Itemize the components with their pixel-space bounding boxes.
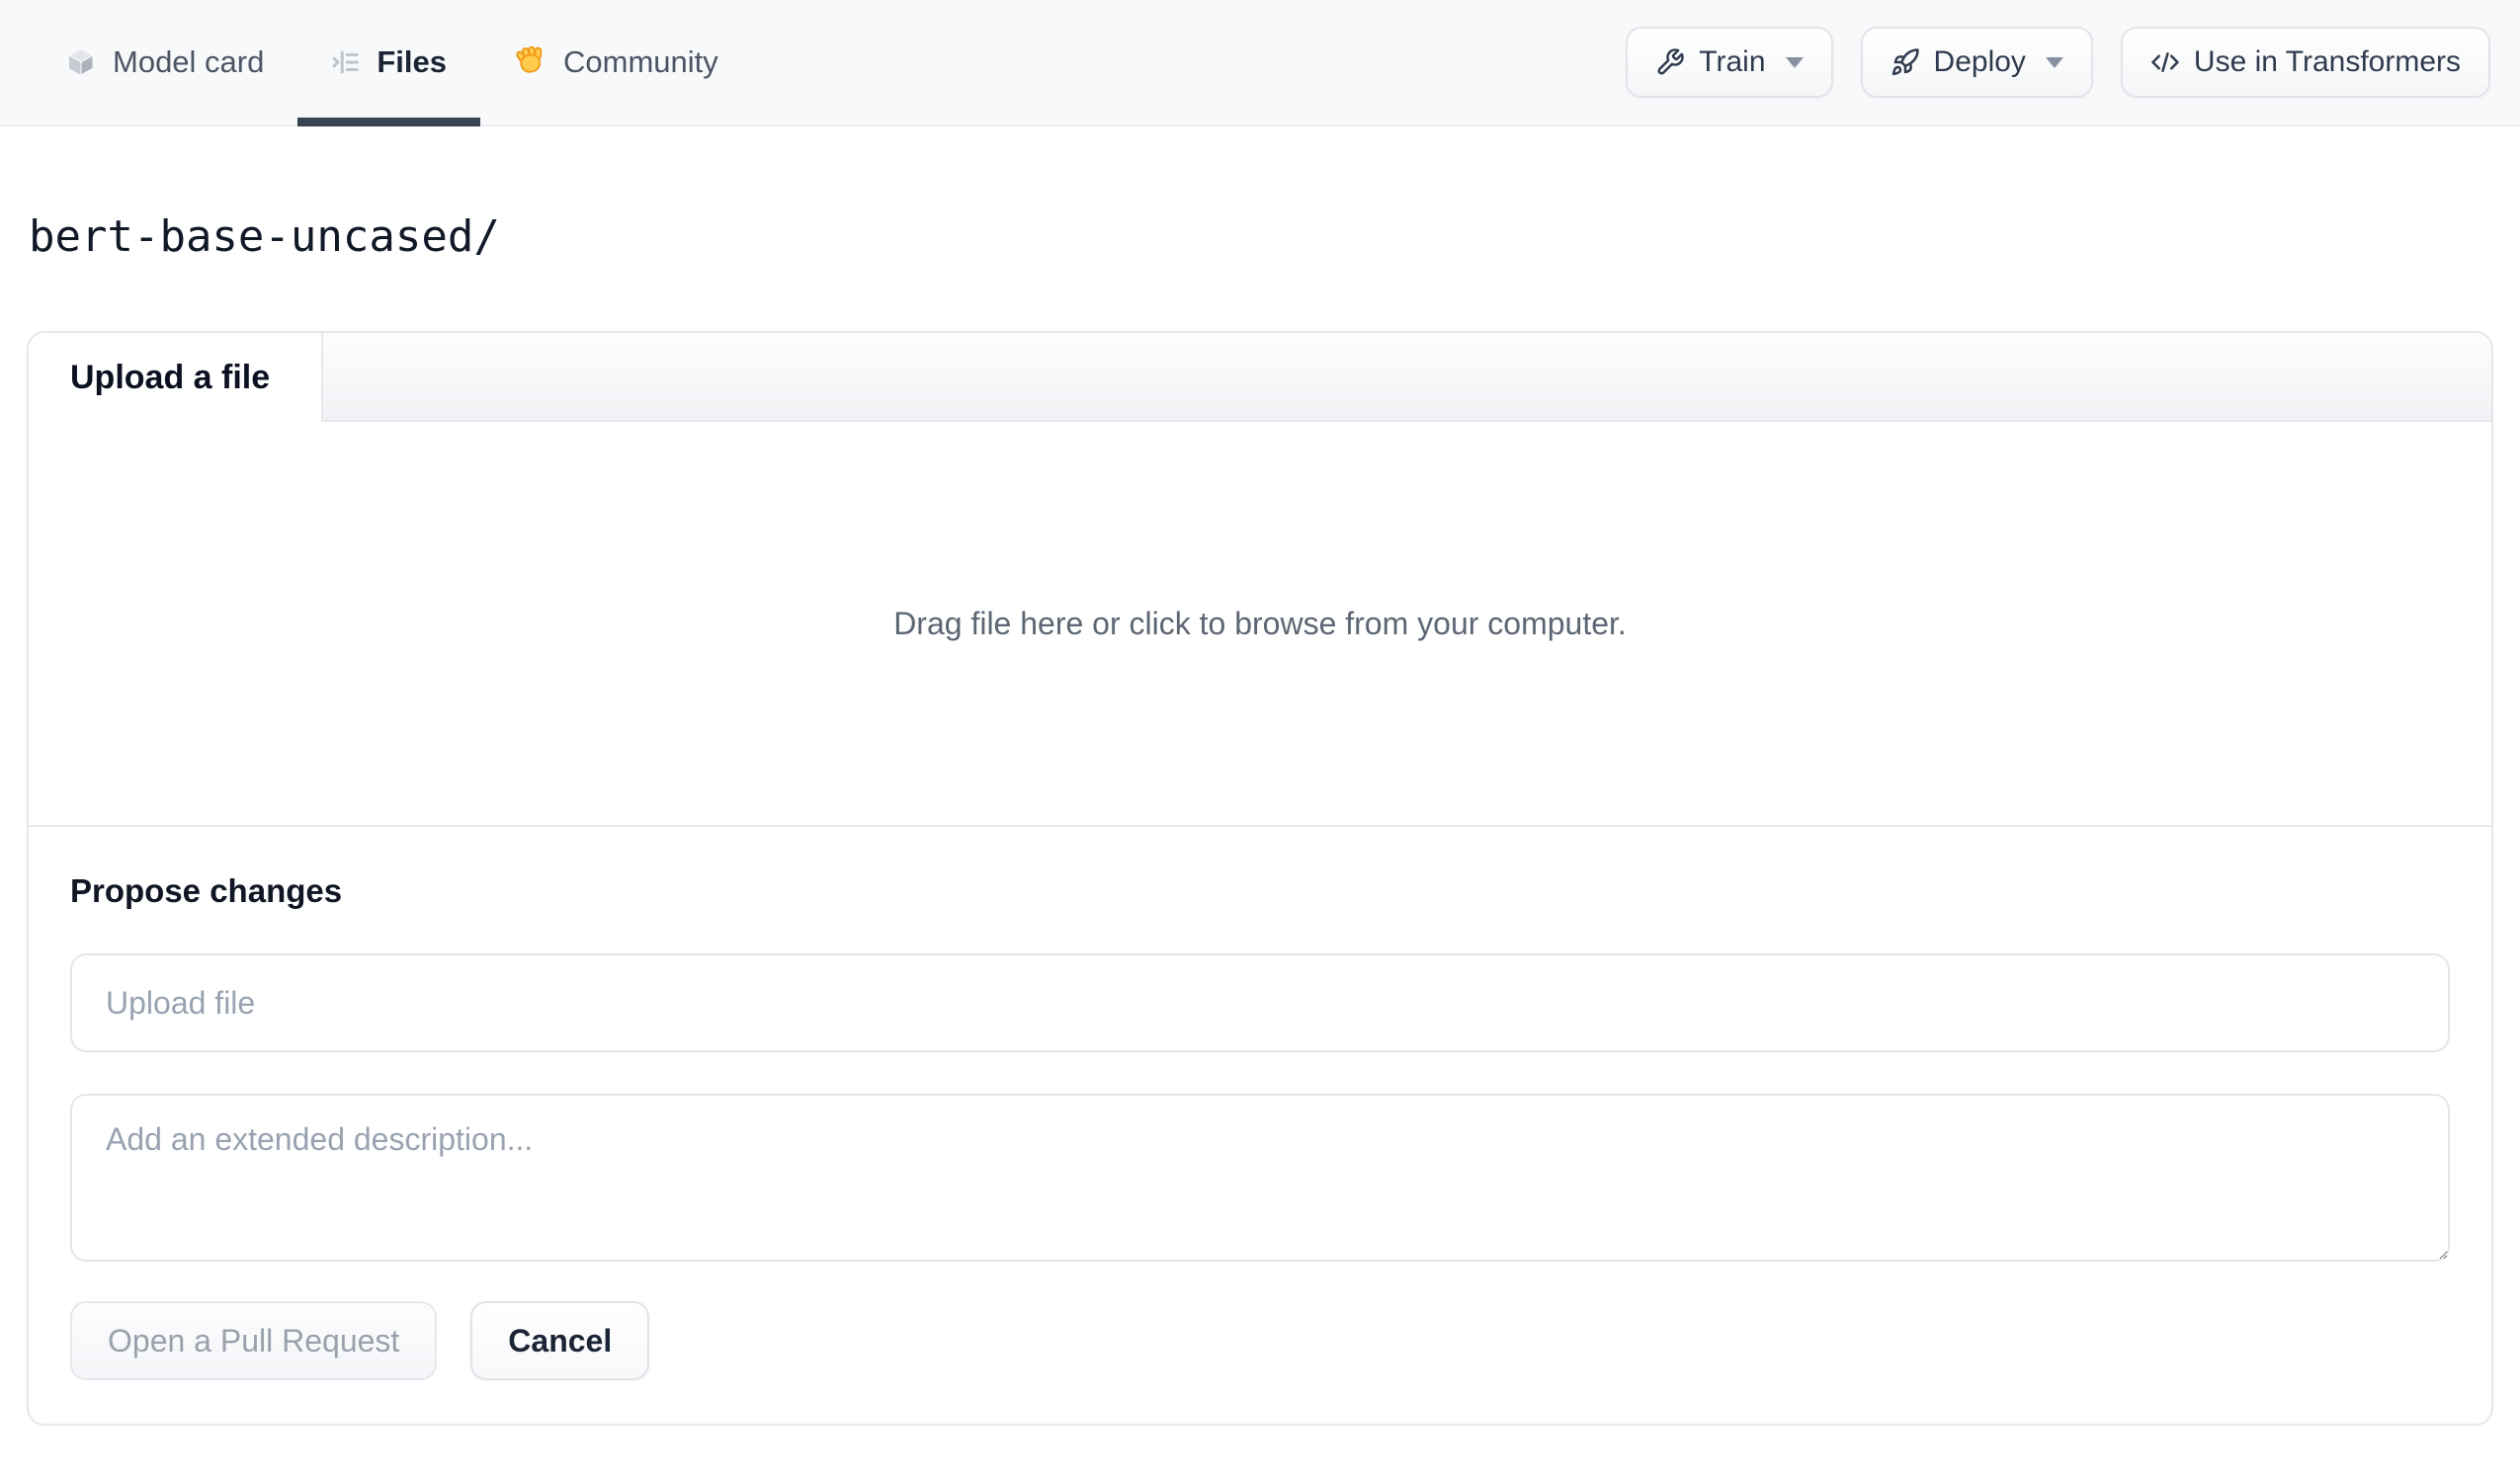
propose-changes-section: Propose changes Open a Pull Request Canc… xyxy=(29,825,2491,1424)
file-dropzone[interactable]: Drag file here or click to browse from y… xyxy=(29,422,2491,825)
use-in-transformers-button[interactable]: Use in Transformers xyxy=(2120,27,2490,98)
model-repo-page: Model card Files Community Train Deploy … xyxy=(0,0,2520,1482)
deploy-label: Deploy xyxy=(1933,45,2026,78)
tab-files[interactable]: Files xyxy=(297,0,480,126)
chevron-down-icon xyxy=(2045,56,2063,68)
tab-model-card[interactable]: Model card xyxy=(32,0,297,124)
use-in-transformers-label: Use in Transformers xyxy=(2193,45,2461,78)
propose-buttons-row: Open a Pull Request Cancel xyxy=(70,1301,2450,1380)
file-tree-icon xyxy=(331,47,361,77)
upload-card: Upload a file Drag file here or click to… xyxy=(27,331,2493,1426)
repo-action-buttons: Train Deploy Use in Transformers xyxy=(1626,0,2490,124)
repo-header: Model card Files Community Train Deploy … xyxy=(0,0,2520,126)
chevron-down-icon xyxy=(1785,56,1804,68)
breadcrumb: bert-base-uncased/ xyxy=(29,211,2493,262)
train-label: Train xyxy=(1699,45,1766,78)
open-pull-request-button[interactable]: Open a Pull Request xyxy=(70,1301,438,1380)
tab-label-files: Files xyxy=(377,44,448,79)
train-button[interactable]: Train xyxy=(1626,27,1833,98)
repo-tabs: Model card Files Community xyxy=(32,0,752,126)
repo-path[interactable]: bert-base-uncased/ xyxy=(29,211,500,262)
main-content: bert-base-uncased/ Upload a file Drag fi… xyxy=(0,211,2520,1426)
rocket-icon xyxy=(1890,47,1920,77)
code-icon xyxy=(2150,47,2180,77)
deploy-button[interactable]: Deploy xyxy=(1860,27,2093,98)
upload-card-tabstrip: Upload a file xyxy=(29,333,2491,422)
tab-label-community: Community xyxy=(563,44,718,79)
propose-changes-heading: Propose changes xyxy=(70,872,343,909)
cancel-button[interactable]: Cancel xyxy=(470,1301,650,1380)
tab-community[interactable]: Community xyxy=(480,0,752,124)
tab-label-model-card: Model card xyxy=(113,44,265,79)
waving-hand-icon xyxy=(514,45,547,79)
tab-upload-a-file[interactable]: Upload a file xyxy=(29,333,323,422)
extended-description-textarea[interactable] xyxy=(70,1094,2450,1262)
wrench-icon xyxy=(1655,47,1685,77)
upload-file-input[interactable] xyxy=(70,953,2450,1052)
dropzone-text: Drag file here or click to browse from y… xyxy=(893,605,1627,641)
cube-icon xyxy=(65,46,97,78)
